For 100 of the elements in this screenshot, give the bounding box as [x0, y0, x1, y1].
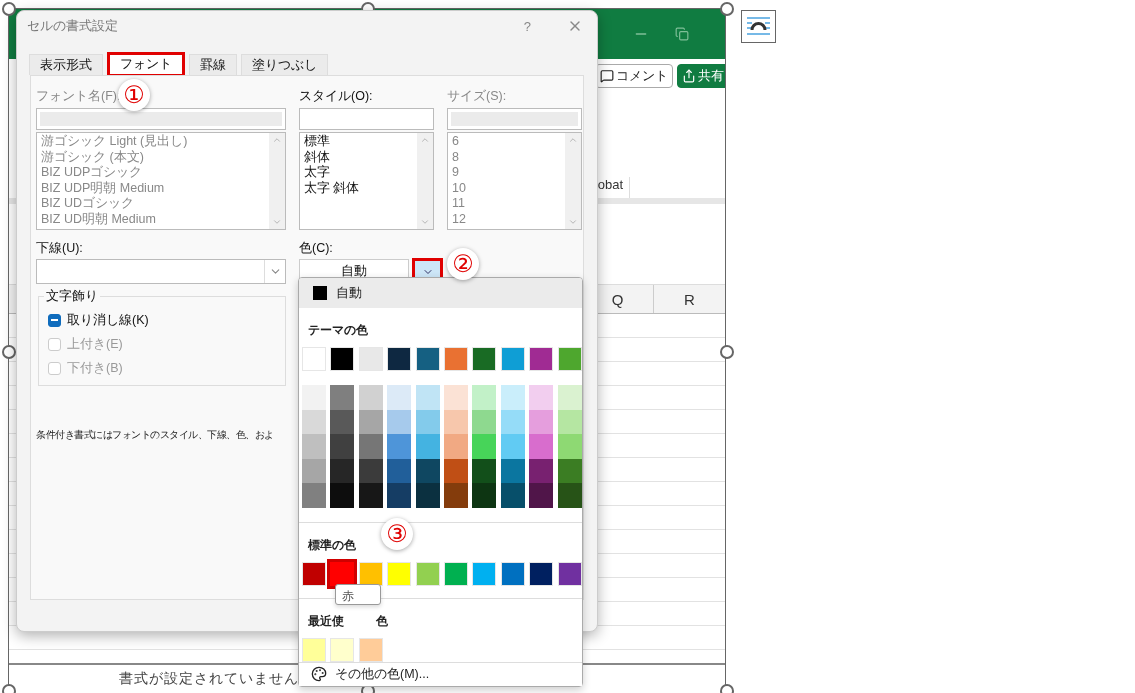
color-swatch[interactable] [472, 409, 497, 435]
scroll-down-icon[interactable] [272, 217, 282, 227]
share-button[interactable]: 共有 [677, 64, 725, 88]
checkbox-label: 下付き(B) [67, 359, 123, 377]
color-swatch[interactable] [443, 434, 468, 459]
scrollbar[interactable] [417, 133, 433, 229]
color-swatch[interactable] [500, 409, 525, 435]
color-swatch[interactable] [330, 434, 355, 459]
color-swatch[interactable] [529, 385, 554, 410]
field-label: サイズ(S): [447, 88, 507, 105]
color-swatch[interactable] [330, 458, 355, 484]
color-swatch[interactable] [557, 434, 582, 459]
color-swatch[interactable] [472, 434, 497, 459]
list-box[interactable]: 標準 斜体 太字 太字 斜体 [299, 132, 434, 230]
color-swatch[interactable] [387, 483, 412, 508]
color-swatch[interactable] [472, 458, 497, 484]
color-swatch[interactable] [415, 434, 440, 459]
color-swatch[interactable] [443, 385, 468, 410]
list-item[interactable]: 斜体 [304, 149, 413, 166]
color-swatch[interactable] [529, 409, 554, 435]
note-text: 条件付き書式にはフォントのスタイル、下線、色、およ [36, 428, 274, 442]
color-swatch[interactable] [302, 409, 326, 435]
field-label: フォント名(F): [36, 88, 121, 105]
color-swatch[interactable] [415, 458, 440, 484]
color-swatch[interactable] [302, 385, 326, 410]
selection-handle[interactable] [2, 345, 16, 359]
scroll-down-icon[interactable] [420, 217, 430, 227]
color-swatch[interactable] [557, 409, 582, 435]
automatic-color-item[interactable]: 自動 [299, 278, 582, 308]
scroll-up-icon[interactable] [420, 135, 430, 145]
tab[interactable]: フォント [107, 52, 185, 77]
more-colors-item[interactable]: その他の色(M)... [299, 661, 582, 686]
color-swatch[interactable] [302, 434, 326, 459]
underline-dropdown[interactable] [36, 259, 286, 284]
color-swatch[interactable] [557, 385, 582, 410]
color-swatch[interactable] [529, 458, 554, 484]
color-swatch[interactable] [472, 385, 497, 410]
selection-handle[interactable] [2, 2, 16, 16]
comment-icon [600, 69, 614, 83]
scrollbar[interactable] [269, 133, 285, 229]
color-swatch[interactable] [500, 483, 525, 508]
comment-button[interactable]: コメント [595, 64, 673, 88]
color-swatch[interactable] [529, 434, 554, 459]
palette-icon [311, 666, 327, 683]
dialog-title: セルの書式設定 [27, 17, 119, 35]
color-swatch[interactable] [302, 483, 326, 508]
color-swatch[interactable] [387, 385, 412, 410]
color-swatch[interactable] [358, 385, 383, 410]
list-item[interactable]: 標準 [304, 134, 413, 150]
color-swatch[interactable] [472, 483, 497, 508]
scroll-up-icon[interactable] [272, 135, 282, 145]
scroll-down-icon[interactable] [568, 217, 578, 227]
color-swatch[interactable] [330, 409, 355, 435]
scroll-up-icon[interactable] [568, 135, 578, 145]
color-swatch[interactable] [500, 385, 525, 410]
text-wrap-icon[interactable] [741, 10, 776, 43]
input-field[interactable] [299, 108, 434, 130]
color-swatch[interactable] [415, 385, 440, 410]
color-swatch[interactable] [415, 483, 440, 508]
color-swatch[interactable] [557, 483, 582, 508]
list-item[interactable]: 太字 斜体 [304, 180, 413, 197]
selection-handle[interactable] [720, 345, 734, 359]
restore-icon[interactable] [675, 27, 689, 41]
color-swatch[interactable] [387, 458, 412, 484]
color-swatch[interactable] [415, 409, 440, 435]
color-swatch[interactable] [302, 458, 326, 484]
scrollbar[interactable] [565, 133, 581, 229]
selection-handle[interactable] [720, 2, 734, 16]
color-swatch[interactable] [557, 458, 582, 484]
color-swatch[interactable] [358, 458, 383, 484]
color-swatch[interactable] [529, 483, 554, 508]
tooltip: 赤 [335, 584, 381, 605]
list-item[interactable]: 太字 [304, 165, 413, 181]
status-text: 書式が設定されていません [119, 670, 299, 688]
tab[interactable]: 表示形式 [29, 54, 103, 75]
column-header[interactable]: R [653, 285, 725, 313]
color-swatch[interactable] [500, 458, 525, 484]
color-swatch[interactable] [443, 458, 468, 484]
color-swatch[interactable] [330, 385, 355, 410]
field-label: 色(C): [299, 240, 333, 257]
color-swatch[interactable] [500, 434, 525, 459]
section-title: 最近使 [308, 612, 344, 630]
tab[interactable]: 塗りつぶし [241, 54, 328, 75]
color-swatch[interactable] [327, 558, 358, 589]
square-icon [313, 286, 327, 300]
tab[interactable]: 罫線 [189, 54, 237, 75]
color-swatch[interactable] [387, 434, 412, 459]
share-icon [682, 69, 696, 83]
color-swatch[interactable] [387, 409, 412, 435]
help-button[interactable]: ? [523, 18, 531, 34]
color-swatch[interactable] [358, 483, 383, 508]
section-title: 色 [376, 612, 388, 630]
color-swatch[interactable] [330, 483, 355, 508]
checkbox[interactable] [48, 313, 61, 327]
field-label: スタイル(O): [299, 88, 373, 105]
color-swatch[interactable] [358, 409, 383, 435]
color-swatch[interactable] [443, 409, 468, 435]
color-swatch[interactable] [358, 434, 383, 459]
color-swatch[interactable] [443, 483, 468, 508]
group-title: 文字飾り [44, 288, 100, 305]
